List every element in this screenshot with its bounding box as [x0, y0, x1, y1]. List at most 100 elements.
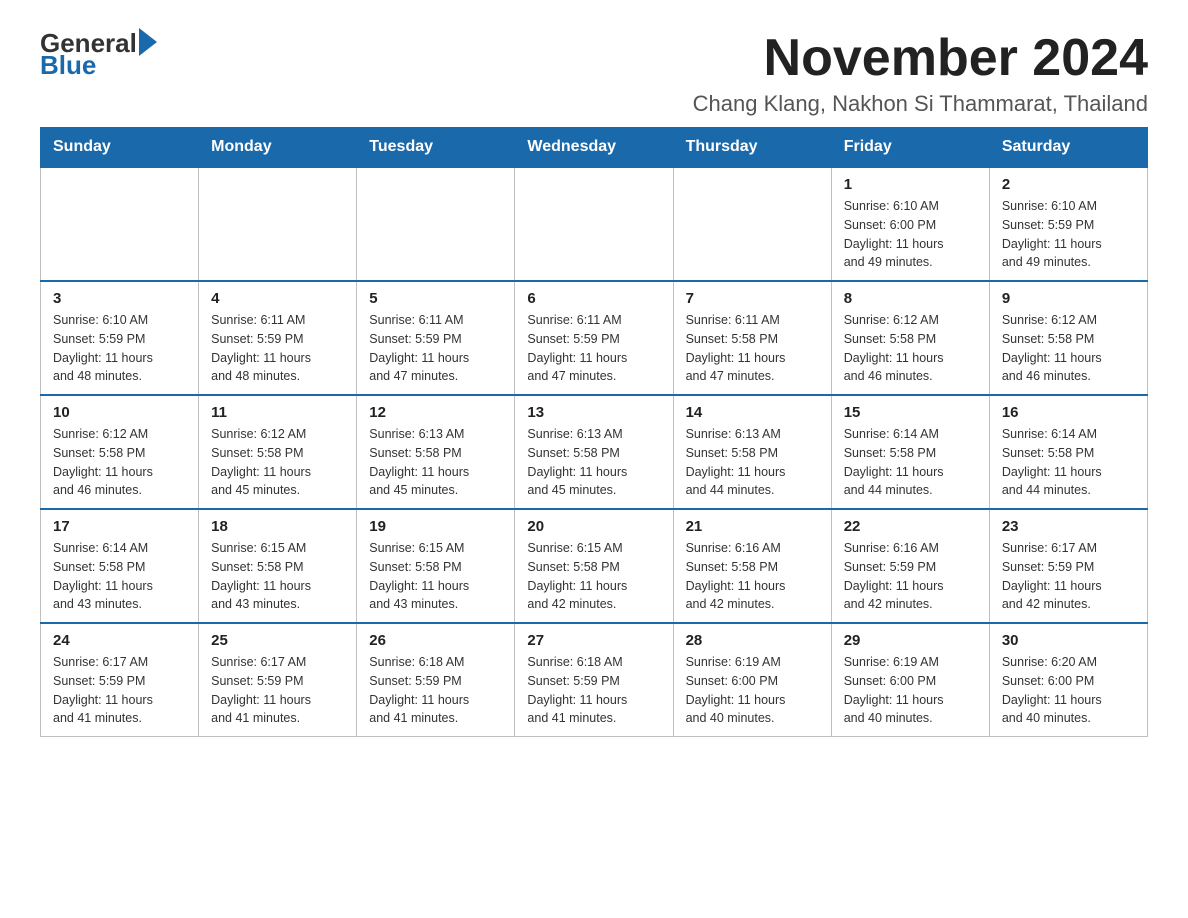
day-info: Sunrise: 6:14 AM Sunset: 5:58 PM Dayligh…: [53, 539, 186, 614]
day-number: 14: [686, 404, 819, 421]
calendar-cell: 15 Sunrise: 6:14 AM Sunset: 5:58 PM Dayli…: [831, 395, 989, 509]
weekday-header-cell: Monday: [199, 128, 357, 168]
day-number: 5: [369, 290, 502, 307]
calendar-cell: 24 Sunrise: 6:17 AM Sunset: 5:59 PM Dayli…: [41, 623, 199, 737]
day-number: 15: [844, 404, 977, 421]
calendar-cell: 10 Sunrise: 6:12 AM Sunset: 5:58 PM Dayli…: [41, 395, 199, 509]
weekday-header-cell: Friday: [831, 128, 989, 168]
calendar-cell: 25 Sunrise: 6:17 AM Sunset: 5:59 PM Dayli…: [199, 623, 357, 737]
calendar-cell: 8 Sunrise: 6:12 AM Sunset: 5:58 PM Daylig…: [831, 281, 989, 395]
day-number: 2: [1002, 176, 1135, 193]
calendar-body: 1 Sunrise: 6:10 AM Sunset: 6:00 PM Daylig…: [41, 167, 1148, 737]
weekday-header-cell: Wednesday: [515, 128, 673, 168]
calendar-cell: 18Sunrise: 6:15 AM Sunset: 5:58 PM Dayli…: [199, 509, 357, 623]
day-number: 3: [53, 290, 186, 307]
weekday-header-cell: Tuesday: [357, 128, 515, 168]
calendar-cell: 13Sunrise: 6:13 AM Sunset: 5:58 PM Dayli…: [515, 395, 673, 509]
month-title: November 2024: [693, 30, 1148, 87]
day-number: 28: [686, 632, 819, 649]
day-info: Sunrise: 6:13 AM Sunset: 5:58 PM Dayligh…: [686, 425, 819, 500]
day-number: 4: [211, 290, 344, 307]
day-info: Sunrise: 6:19 AM Sunset: 6:00 PM Dayligh…: [686, 653, 819, 728]
day-info: Sunrise: 6:18 AM Sunset: 5:59 PM Dayligh…: [369, 653, 502, 728]
day-number: 13: [527, 404, 660, 421]
day-info: Sunrise: 6:12 AM Sunset: 5:58 PM Dayligh…: [844, 311, 977, 386]
calendar-cell: [515, 167, 673, 281]
day-info: Sunrise: 6:17 AM Sunset: 5:59 PM Dayligh…: [211, 653, 344, 728]
calendar-cell: 21 Sunrise: 6:16 AM Sunset: 5:58 PM Dayli…: [673, 509, 831, 623]
day-info: Sunrise: 6:11 AM Sunset: 5:59 PM Dayligh…: [369, 311, 502, 386]
day-number: 20: [527, 518, 660, 535]
calendar-cell: 7 Sunrise: 6:11 AM Sunset: 5:58 PM Daylig…: [673, 281, 831, 395]
calendar-cell: [199, 167, 357, 281]
day-number: 11: [211, 404, 344, 421]
calendar-cell: 22 Sunrise: 6:16 AM Sunset: 5:59 PM Dayli…: [831, 509, 989, 623]
day-number: 30: [1002, 632, 1135, 649]
day-info: Sunrise: 6:16 AM Sunset: 5:58 PM Dayligh…: [686, 539, 819, 614]
calendar-cell: 17 Sunrise: 6:14 AM Sunset: 5:58 PM Dayli…: [41, 509, 199, 623]
day-info: Sunrise: 6:17 AM Sunset: 5:59 PM Dayligh…: [53, 653, 186, 728]
day-info: Sunrise: 6:15 AM Sunset: 5:58 PM Dayligh…: [527, 539, 660, 614]
day-number: 29: [844, 632, 977, 649]
calendar-cell: 26 Sunrise: 6:18 AM Sunset: 5:59 PM Dayli…: [357, 623, 515, 737]
day-number: 1: [844, 176, 977, 193]
day-info: Sunrise: 6:20 AM Sunset: 6:00 PM Dayligh…: [1002, 653, 1135, 728]
day-number: 22: [844, 518, 977, 535]
day-number: 19: [369, 518, 502, 535]
calendar-cell: 27 Sunrise: 6:18 AM Sunset: 5:59 PM Dayli…: [515, 623, 673, 737]
day-number: 27: [527, 632, 660, 649]
calendar-week-row: 24 Sunrise: 6:17 AM Sunset: 5:59 PM Dayli…: [41, 623, 1148, 737]
calendar-cell: 1 Sunrise: 6:10 AM Sunset: 6:00 PM Daylig…: [831, 167, 989, 281]
calendar-cell: 19 Sunrise: 6:15 AM Sunset: 5:58 PM Dayli…: [357, 509, 515, 623]
day-number: 24: [53, 632, 186, 649]
day-number: 26: [369, 632, 502, 649]
day-info: Sunrise: 6:10 AM Sunset: 5:59 PM Dayligh…: [1002, 197, 1135, 272]
weekday-header-cell: Sunday: [41, 128, 199, 168]
title-block: November 2024 Chang Klang, Nakhon Si Tha…: [693, 30, 1148, 117]
day-number: 17: [53, 518, 186, 535]
day-number: 10: [53, 404, 186, 421]
day-number: 25: [211, 632, 344, 649]
calendar-cell: 3 Sunrise: 6:10 AM Sunset: 5:59 PM Daylig…: [41, 281, 199, 395]
day-info: Sunrise: 6:15 AM Sunset: 5:58 PM Dayligh…: [369, 539, 502, 614]
calendar-cell: 2 Sunrise: 6:10 AM Sunset: 5:59 PM Daylig…: [989, 167, 1147, 281]
day-number: 12: [369, 404, 502, 421]
calendar-cell: 12Sunrise: 6:13 AM Sunset: 5:58 PM Dayli…: [357, 395, 515, 509]
day-info: Sunrise: 6:12 AM Sunset: 5:58 PM Dayligh…: [1002, 311, 1135, 386]
day-number: 16: [1002, 404, 1135, 421]
calendar-cell: 9 Sunrise: 6:12 AM Sunset: 5:58 PM Daylig…: [989, 281, 1147, 395]
day-info: Sunrise: 6:14 AM Sunset: 5:58 PM Dayligh…: [1002, 425, 1135, 500]
day-info: Sunrise: 6:10 AM Sunset: 6:00 PM Dayligh…: [844, 197, 977, 272]
calendar-cell: 20 Sunrise: 6:15 AM Sunset: 5:58 PM Dayli…: [515, 509, 673, 623]
calendar-cell: 16 Sunrise: 6:14 AM Sunset: 5:58 PM Dayli…: [989, 395, 1147, 509]
day-number: 7: [686, 290, 819, 307]
weekday-header-row: SundayMondayTuesdayWednesdayThursdayFrid…: [41, 128, 1148, 168]
weekday-header-cell: Saturday: [989, 128, 1147, 168]
calendar-cell: 5 Sunrise: 6:11 AM Sunset: 5:59 PM Daylig…: [357, 281, 515, 395]
calendar-cell: 28 Sunrise: 6:19 AM Sunset: 6:00 PM Dayli…: [673, 623, 831, 737]
day-info: Sunrise: 6:12 AM Sunset: 5:58 PM Dayligh…: [211, 425, 344, 500]
calendar-week-row: 10 Sunrise: 6:12 AM Sunset: 5:58 PM Dayli…: [41, 395, 1148, 509]
calendar-cell: 29Sunrise: 6:19 AM Sunset: 6:00 PM Dayli…: [831, 623, 989, 737]
calendar-week-row: 1 Sunrise: 6:10 AM Sunset: 6:00 PM Daylig…: [41, 167, 1148, 281]
day-info: Sunrise: 6:11 AM Sunset: 5:59 PM Dayligh…: [527, 311, 660, 386]
day-info: Sunrise: 6:18 AM Sunset: 5:59 PM Dayligh…: [527, 653, 660, 728]
day-number: 21: [686, 518, 819, 535]
day-info: Sunrise: 6:14 AM Sunset: 5:58 PM Dayligh…: [844, 425, 977, 500]
day-number: 18: [211, 518, 344, 535]
day-number: 8: [844, 290, 977, 307]
calendar-cell: 30 Sunrise: 6:20 AM Sunset: 6:00 PM Dayli…: [989, 623, 1147, 737]
calendar-table: SundayMondayTuesdayWednesdayThursdayFrid…: [40, 127, 1148, 737]
day-info: Sunrise: 6:11 AM Sunset: 5:58 PM Dayligh…: [686, 311, 819, 386]
calendar-cell: 11 Sunrise: 6:12 AM Sunset: 5:58 PM Dayli…: [199, 395, 357, 509]
weekday-header-cell: Thursday: [673, 128, 831, 168]
day-info: Sunrise: 6:10 AM Sunset: 5:59 PM Dayligh…: [53, 311, 186, 386]
day-info: Sunrise: 6:16 AM Sunset: 5:59 PM Dayligh…: [844, 539, 977, 614]
calendar-cell: 4Sunrise: 6:11 AM Sunset: 5:59 PM Daylig…: [199, 281, 357, 395]
day-number: 23: [1002, 518, 1135, 535]
logo-blue-text: Blue: [40, 52, 157, 78]
calendar-cell: [673, 167, 831, 281]
day-number: 9: [1002, 290, 1135, 307]
day-info: Sunrise: 6:12 AM Sunset: 5:58 PM Dayligh…: [53, 425, 186, 500]
logo: General Blue: [40, 30, 157, 78]
